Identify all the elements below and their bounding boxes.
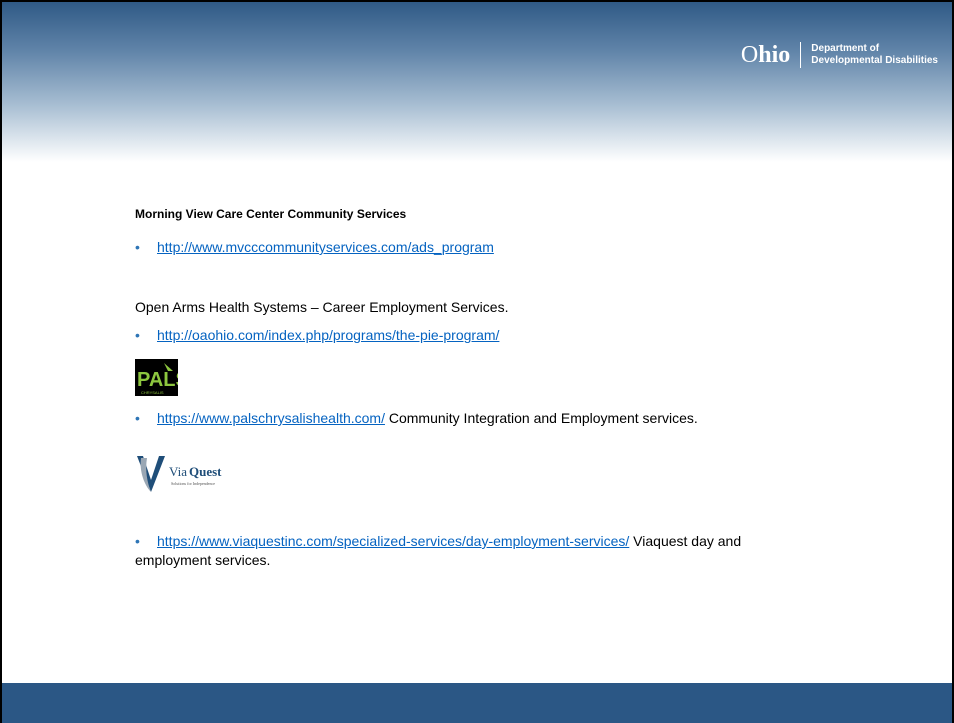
slide: Ohio Department of Developmental Disabil… <box>0 0 954 723</box>
bullet-marker: • <box>135 533 140 549</box>
viaquest-logo: Via Quest Solutions for Independence <box>137 456 222 492</box>
department-name: Department of Developmental Disabilities <box>811 43 938 66</box>
bullet-marker: • <box>135 410 140 426</box>
svg-text:PALS: PALS <box>137 369 178 391</box>
pals-link[interactable]: https://www.palschrysalishealth.com/ <box>157 410 385 426</box>
ohio-dodd-logo: Ohio Department of Developmental Disabil… <box>741 42 938 68</box>
open-arms-link[interactable]: http://oaohio.com/index.php/programs/the… <box>157 327 499 343</box>
mvcc-bullet-item: • http://www.mvcccommunityservices.com/ad… <box>135 239 494 255</box>
svg-text:Via: Via <box>169 464 187 479</box>
viaquest-description-continued: employment services. <box>135 552 271 568</box>
pals-description: Community Integration and Employment ser… <box>384 410 698 426</box>
svg-text:Solutions for Independence: Solutions for Independence <box>171 481 215 486</box>
open-arms-bullet-item: • http://oaohio.com/index.php/programs/th… <box>135 327 499 343</box>
viaquest-description: Viaquest day and <box>629 533 742 549</box>
svg-text:CHRYSALIS: CHRYSALIS <box>141 390 164 395</box>
pals-bullet-item: • https://www.palschrysalishealth.com/ Co… <box>135 410 698 426</box>
mvcc-link[interactable]: http://www.mvcccommunityservices.com/ads… <box>157 239 494 255</box>
header-band: Ohio Department of Developmental Disabil… <box>2 2 952 162</box>
svg-text:Quest: Quest <box>189 464 222 479</box>
logo-divider <box>800 42 802 68</box>
pals-logo: PALS CHRYSALIS <box>135 359 178 396</box>
open-arms-text: Open Arms Health Systems – Career Employ… <box>135 299 509 315</box>
viaquest-link[interactable]: https://www.viaquestinc.com/specialized-… <box>157 533 629 549</box>
footer-band <box>2 683 952 723</box>
viaquest-bullet-item: • https://www.viaquestinc.com/specialized… <box>135 533 741 549</box>
bullet-marker: • <box>135 327 140 343</box>
bullet-marker: • <box>135 239 140 255</box>
ohio-logo-word: Ohio <box>740 42 791 68</box>
mvcc-heading: Morning View Care Center Community Servi… <box>135 207 407 221</box>
